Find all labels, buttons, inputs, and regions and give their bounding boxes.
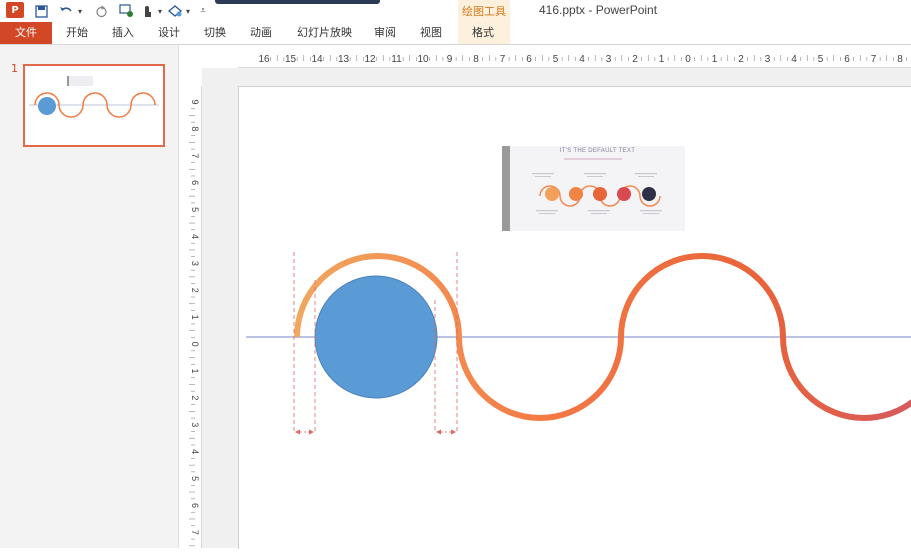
- shirt-icon: [545, 187, 559, 201]
- dress-icon: [569, 187, 583, 201]
- spacing-indicator-left: [295, 429, 314, 435]
- bag-icon: [642, 187, 656, 201]
- slide-shapes-layer: [246, 252, 911, 435]
- fish-icon: [593, 187, 607, 201]
- phone-icon: [617, 187, 631, 201]
- blue-circle-shape[interactable]: [314, 275, 438, 399]
- spacing-indicator-right: [436, 429, 456, 435]
- picture-infographic: [532, 158, 662, 214]
- reference-picture[interactable]: IT'S THE DEFAULT TEXT: [502, 146, 685, 231]
